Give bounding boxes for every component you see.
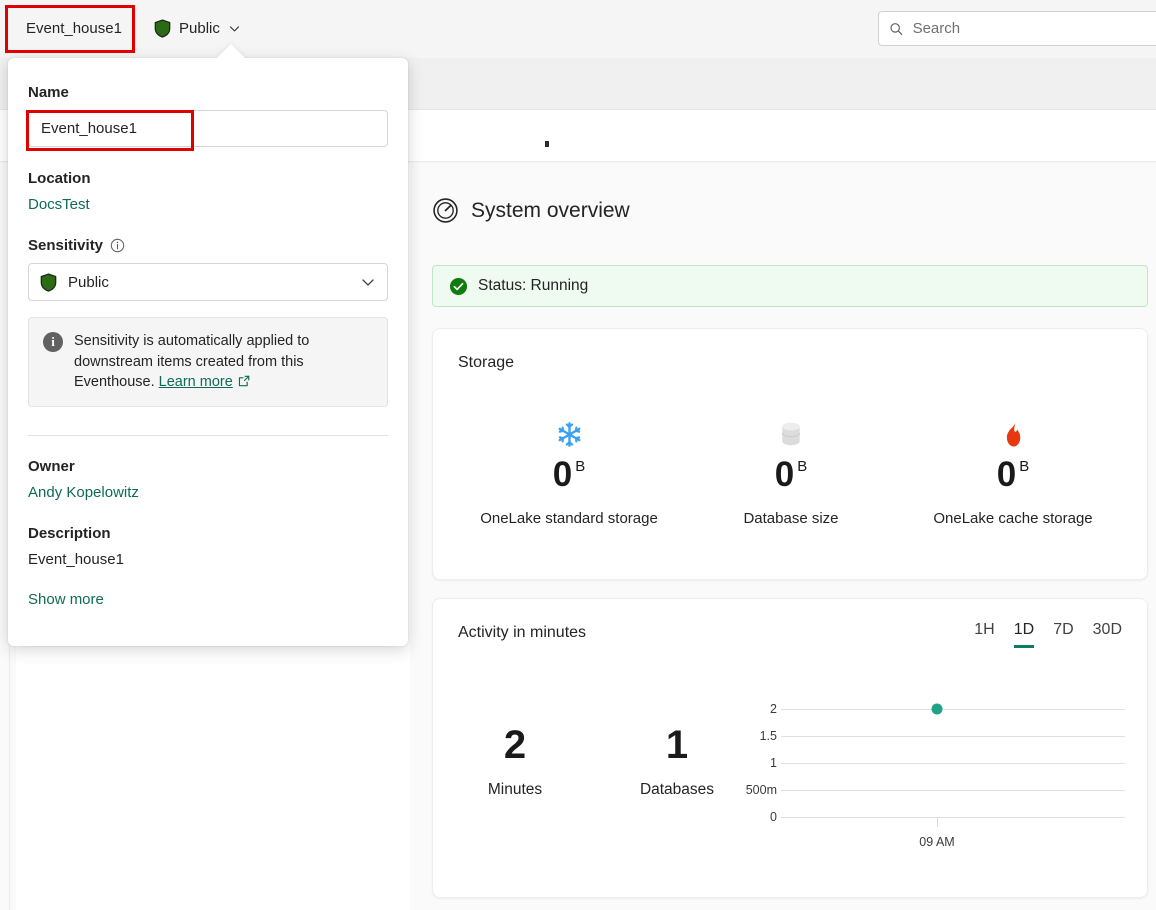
breadcrumb-label: Event_house1 [26,19,122,37]
time-range-tab-1h[interactable]: 1H [974,621,994,648]
y-axis-tick-label: 0 [770,810,777,824]
metric-label: Database size [743,510,839,527]
snowflake-icon [458,417,680,451]
description-field-label: Description [28,524,111,542]
metric-value: 0 [996,455,1017,494]
y-axis-tick-label: 1 [770,756,777,770]
stat-label: Minutes [487,781,543,798]
metric-value: 0 [552,455,573,494]
stat-minutes: 2 Minutes [461,725,569,799]
stat-value: 2 [503,723,527,767]
owner-link[interactable]: Andy Kopelowitz [28,484,139,501]
activity-body: 2 Minutes 1 Databases 2 1.5 1 500m 0 09 … [433,667,1149,897]
metric-database-size: 0B Database size [680,417,902,527]
time-range-tab-30d[interactable]: 30D [1093,621,1122,648]
y-axis-tick-label: 1.5 [759,729,777,743]
gridline [781,790,1125,791]
flyout-beak [216,44,246,59]
activity-card-title: Activity in minutes [458,624,587,641]
gridline [781,817,1125,818]
metric-unit: B [575,458,586,475]
learn-more-link[interactable]: Learn more [159,374,233,390]
description-value: Event_house1 [28,550,124,568]
activity-chart: 2 1.5 1 500m 0 09 AM [709,697,1129,867]
y-axis-tick-label: 2 [770,702,777,716]
metric-label: OneLake standard storage [480,510,658,527]
gridline [781,763,1125,764]
info-icon[interactable] [110,238,125,253]
flame-icon [902,417,1124,451]
item-details-flyout: Name Location DocsTest Sensitivity Publi… [8,58,408,646]
gridline [781,709,1125,710]
sensitivity-pill-label: Public [179,19,220,37]
status-banner: Status: Running [432,265,1148,307]
sensitivity-select[interactable]: Public [28,263,388,301]
y-axis-tick-label: 500m [745,783,777,797]
chevron-down-icon [229,25,239,31]
metric-onelake-cache-storage: 0B OneLake cache storage [902,417,1124,527]
sensitivity-select-value: Public [68,273,109,291]
sensitivity-field-label: Sensitivity [28,237,388,254]
search-input[interactable] [912,20,1153,37]
location-workspace-link[interactable]: DocsTest [28,196,90,213]
storage-card: Storage 0 B OneLake standard storage 0 B… [432,328,1148,580]
x-axis-tick [937,818,938,827]
external-link-icon[interactable] [237,374,251,388]
gauge-icon [433,198,458,223]
activity-stats: 2 Minutes 1 Databases [461,725,731,799]
gridline [781,736,1125,737]
shield-icon [154,18,171,38]
breadcrumb-eventhouse-button[interactable]: Event_house1 [14,12,134,44]
name-field-label: Name [28,84,69,101]
system-overview-header: System overview [432,197,630,224]
status-badge: Status: Running [478,277,589,294]
metric-onelake-standard-storage: 0B OneLake standard storage [458,417,680,527]
storage-metrics: 0B OneLake standard storage 0B Database … [458,417,1124,527]
x-axis-tick-label: 09 AM [919,835,955,849]
search-box[interactable] [878,11,1156,46]
show-more-link[interactable]: Show more [28,591,104,608]
metric-label: OneLake cache storage [933,510,1093,527]
name-input[interactable] [28,110,388,147]
info-circle-icon: i [43,332,63,352]
time-range-tabs: 1H 1D 7D 30D [974,621,1122,648]
metric-value: 0 [774,455,795,494]
sensitivity-label-text: Sensitivity [28,237,104,254]
sensitivity-info-box: i Sensitivity is automatically applied t… [28,317,388,407]
owner-field-label: Owner [28,457,75,475]
metric-unit: B [1019,458,1030,475]
check-circle-icon [449,277,468,295]
command-bar-marker [545,141,549,147]
time-range-tab-1d[interactable]: 1D [1013,621,1035,648]
chevron-down-icon [362,279,374,286]
activity-card: Activity in minutes 1H 1D 7D 30D 2 Minut… [432,598,1148,898]
top-bar: Event_house1 Public [0,0,1156,58]
metric-unit: B [797,458,808,475]
page-title: System overview [471,198,630,222]
time-range-tab-7d[interactable]: 7D [1053,621,1073,648]
storage-card-title: Storage [458,354,515,371]
shield-icon [40,272,57,292]
search-icon [890,22,903,35]
sensitivity-pill-button[interactable]: Public [146,12,249,44]
database-icon [680,417,902,451]
location-field-label: Location [28,170,91,187]
sensitivity-info-text: Sensitivity is automatically applied to … [74,331,373,393]
data-point[interactable] [931,703,943,715]
flyout-divider [28,434,388,436]
